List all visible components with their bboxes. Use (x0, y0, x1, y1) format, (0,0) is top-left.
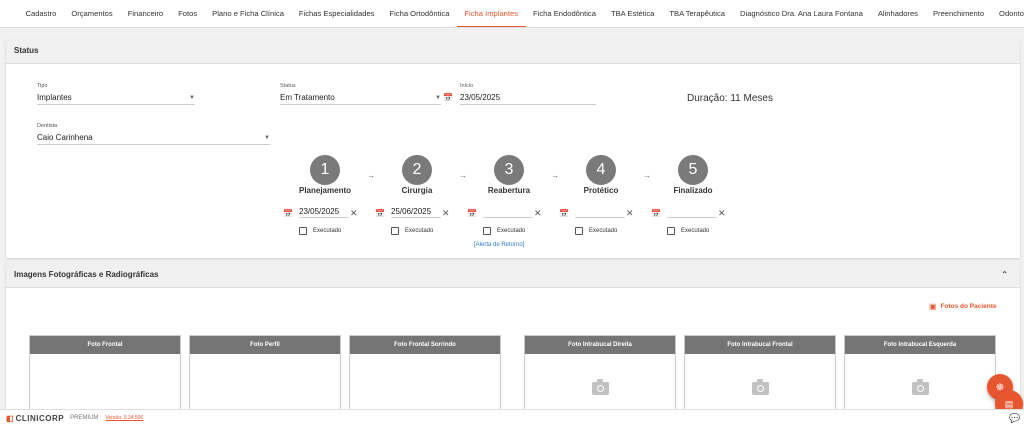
status-panel: Status Tipo Implantes ▼ Status Em Tratam… (6, 38, 1020, 258)
photo-card[interactable]: Foto Intrabucal Frontal (684, 335, 836, 409)
images-panel-header[interactable]: Imagens Fotográficas e Radiográficas ⌃ (6, 262, 1020, 288)
executado-label: Executado (589, 228, 618, 234)
tab-9[interactable]: TBA Estética (603, 0, 661, 27)
calendar-icon[interactable]: 📅 (467, 209, 477, 218)
close-icon[interactable]: ✕ (534, 208, 542, 219)
tab-2[interactable]: Financeiro (120, 0, 170, 27)
photo-card-title: Foto Frontal (30, 336, 180, 354)
close-icon[interactable]: ✕ (442, 208, 450, 219)
executado-checkbox[interactable] (575, 227, 583, 235)
clinicorp-logo: CLINICORP (15, 413, 65, 423)
tab-1[interactable]: Orçamentos (64, 0, 120, 27)
executado-label: Executado (405, 228, 434, 234)
executado-checkbox[interactable] (483, 227, 491, 235)
photo-card-title: Foto Intrabucal Esquerda (845, 336, 995, 354)
step-number-4: 4 (586, 155, 616, 185)
version-link[interactable]: Versão: 0.34.506 (105, 415, 143, 421)
fotos-paciente-label: Fotos do Paciente (940, 303, 997, 310)
step-title: Cirurgia (401, 186, 433, 195)
chevron-up-icon[interactable]: ⌃ (1001, 270, 1008, 279)
calendar-icon[interactable]: 📅 (651, 209, 661, 218)
tab-13[interactable]: Preenchimento (925, 0, 991, 27)
tab-10[interactable]: TBA Terapêutica (662, 0, 733, 27)
camera-icon[interactable] (592, 379, 609, 395)
chat-icon[interactable]: 💬 (1009, 413, 1020, 424)
executado-label: Executado (313, 228, 342, 234)
executado-checkbox[interactable] (391, 227, 399, 235)
step-title: Finalizado (673, 186, 713, 195)
tab-7[interactable]: Ficha Implantes (456, 0, 526, 27)
step-number-1: 1 (310, 155, 340, 185)
photo-card[interactable]: Foto Intrabucal Direita (524, 335, 676, 409)
tab-14[interactable]: Odontogra (992, 0, 1024, 27)
step-date-field[interactable] (575, 204, 625, 218)
images-panel-title: Imagens Fotográficas e Radiográficas (14, 270, 159, 279)
photo-card-title: Foto Frontal Sorrindo (350, 336, 500, 354)
tab-3[interactable]: Fotos (171, 0, 205, 27)
arrow-right-icon: → (643, 171, 651, 180)
step-date-field[interactable] (483, 204, 533, 218)
calendar-icon[interactable]: 📅 (283, 209, 293, 218)
calendar-icon[interactable]: 📅 (559, 209, 569, 218)
photo-card[interactable]: Foto Frontal Sorrindo (349, 335, 501, 409)
calendar-icon[interactable]: 📅 (375, 209, 385, 218)
arrow-right-icon: → (551, 171, 559, 180)
step-date-value: 23/05/2025 (299, 207, 340, 216)
step-number-2: 2 (402, 155, 432, 185)
step-title: Planejamento (298, 186, 351, 195)
tab-12[interactable]: Alinhadores (870, 0, 925, 27)
photo-card[interactable]: Foto Perfil (189, 335, 341, 409)
step-date-field[interactable]: 23/05/2025 (299, 204, 349, 218)
photo-card[interactable]: Foto Frontal (29, 335, 181, 409)
photo-card-title: Foto Perfil (190, 336, 340, 354)
close-icon[interactable]: ✕ (718, 208, 726, 219)
executado-checkbox[interactable] (667, 227, 675, 235)
executado-label: Executado (497, 228, 526, 234)
camera-icon[interactable] (752, 379, 769, 395)
step-number-3: 3 (494, 155, 524, 185)
step-date-field[interactable] (667, 204, 717, 218)
tab-5[interactable]: Fichas Especialidades (291, 0, 382, 27)
executado-checkbox[interactable] (299, 227, 307, 235)
photo-card-title: Foto Intrabucal Frontal (685, 336, 835, 354)
close-icon[interactable]: ✕ (350, 208, 358, 219)
step-title: Protético (583, 186, 619, 195)
tab-8[interactable]: Ficha Endodôntica (526, 0, 604, 27)
image-icon: ▣ (929, 302, 937, 311)
photo-card-title: Foto Intrabucal Direita (525, 336, 675, 354)
clinicorp-logo-mark: ◧ (6, 413, 14, 423)
close-icon[interactable]: ✕ (626, 208, 634, 219)
photo-card[interactable]: Foto Intrabucal Esquerda (844, 335, 996, 409)
alerta-retorno-link[interactable]: [Alerta de Retorno] (474, 242, 524, 248)
executado-label: Executado (681, 228, 710, 234)
footer-bar: ◧ CLINICORP PREMIUM Versão: 0.34.506 💬 (0, 409, 1024, 426)
fotos-paciente-link[interactable]: ▣ Fotos do Paciente (929, 302, 997, 311)
arrow-right-icon: → (459, 171, 467, 180)
plan-label: PREMIUM (70, 415, 99, 421)
step-title: Reabertura (487, 186, 531, 195)
tab-0[interactable]: Cadastro (18, 0, 64, 27)
step-date-value: 25/06/2025 (391, 207, 432, 216)
arrow-right-icon: → (367, 171, 375, 180)
tab-4[interactable]: Plano e Ficha Clínica (205, 0, 292, 27)
tab-11[interactable]: Diagnóstico Dra. Ana Laura Fontana (733, 0, 871, 27)
tab-6[interactable]: Ficha Ortodôntica (382, 0, 457, 27)
step-date-field[interactable]: 25/06/2025 (391, 204, 441, 218)
step-number-5: 5 (678, 155, 708, 185)
top-tab-bar: Cadastro Orçamentos Financeiro Fotos Plano e… (0, 0, 1024, 28)
treatment-steps: 1 Planejamento → 📅 23/05/2025 ✕ Executado 2 Ciru… (6, 38, 1020, 258)
camera-icon[interactable] (912, 379, 929, 395)
